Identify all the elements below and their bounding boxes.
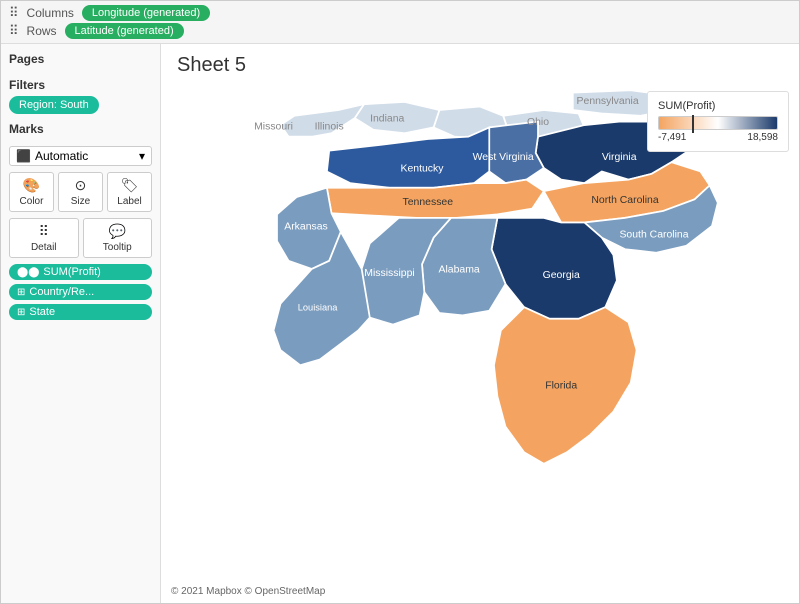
pages-title: Pages <box>9 52 152 66</box>
color-label: Color <box>20 196 44 207</box>
marks-dropdown-chevron: ▾ <box>139 149 145 163</box>
detail-button[interactable]: ⠿ Detail <box>9 218 79 258</box>
label-indiana: Indiana <box>370 114 404 125</box>
tooltip-icon: 💬 <box>109 223 126 240</box>
sum-profit-pill-label: SUM(Profit) <box>43 266 100 278</box>
map-canvas[interactable]: Virginia West Virginia Kentucky Tennesse… <box>161 81 799 603</box>
legend: SUM(Profit) -7,491 18,598 <box>647 91 789 152</box>
legend-marker <box>692 115 694 133</box>
size-button[interactable]: ⊙ Size <box>58 172 103 212</box>
size-icon: ⊙ <box>75 177 87 194</box>
label-icon: 🏷 <box>121 177 139 194</box>
color-icon: 🎨 <box>23 177 40 194</box>
label-mississippi: Mississippi <box>364 268 414 279</box>
sum-profit-pill[interactable]: ⬤⬤ SUM(Profit) <box>9 264 152 280</box>
label-pennsylvania: Pennsylvania <box>577 96 639 107</box>
legend-gradient <box>658 116 778 130</box>
marks-dropdown-icon: ⬛ <box>16 149 31 163</box>
marks-buttons2: ⠿ Detail 💬 Tooltip <box>9 218 152 258</box>
map-area: Sheet 5 <box>161 44 799 603</box>
columns-row: ⠿ Columns Longitude (generated) <box>9 5 791 21</box>
pages-section: Pages <box>9 52 152 70</box>
detail-icon: ⠿ <box>39 223 49 240</box>
state-pill[interactable]: ⊞ State <box>9 304 152 320</box>
tooltip-button[interactable]: 💬 Tooltip <box>83 218 153 258</box>
label-label: Label <box>117 196 141 207</box>
legend-labels: -7,491 18,598 <box>658 132 778 143</box>
label-ohio: Ohio <box>527 117 549 128</box>
app-container: ⠿ Columns Longitude (generated) ⠿ Rows L… <box>0 0 800 604</box>
label-wv: West Virginia <box>473 152 534 163</box>
toolbar: ⠿ Columns Longitude (generated) ⠿ Rows L… <box>1 1 799 44</box>
label-sc: South Carolina <box>619 230 688 241</box>
map-attribution: © 2021 Mapbox © OpenStreetMap <box>171 586 325 597</box>
size-label: Size <box>71 196 90 207</box>
label-arkansas: Arkansas <box>284 221 328 232</box>
label-missouri: Missouri <box>254 122 293 133</box>
marks-type-dropdown[interactable]: ⬛ Automatic ▾ <box>9 146 152 166</box>
country-region-pill-label: Country/Re... <box>29 286 94 298</box>
sheet-title: Sheet 5 <box>161 44 799 81</box>
marks-field-pills: ⬤⬤ SUM(Profit) ⊞ Country/Re... ⊞ State <box>9 264 152 320</box>
toolbar-rows: ⠿ Columns Longitude (generated) ⠿ Rows L… <box>9 5 791 39</box>
filter-region-south[interactable]: Region: South <box>9 96 99 114</box>
rows-pill[interactable]: Latitude (generated) <box>65 23 184 39</box>
marks-dropdown-label: Automatic <box>35 149 88 163</box>
marks-section: Marks ⬛ Automatic ▾ 🎨 Color ⊙ Size <box>9 122 152 320</box>
rows-icon: ⠿ <box>9 23 19 39</box>
state-pill-label: State <box>29 306 55 318</box>
label-alabama: Alabama <box>439 264 480 275</box>
columns-icon: ⠿ <box>9 5 19 21</box>
label-tennessee: Tennessee <box>403 197 454 208</box>
rows-row: ⠿ Rows Latitude (generated) <box>9 23 791 39</box>
country-region-pill-icon: ⊞ <box>17 287 25 298</box>
detail-label: Detail <box>31 242 57 253</box>
tooltip-label: Tooltip <box>103 242 132 253</box>
legend-title: SUM(Profit) <box>658 100 778 112</box>
country-region-pill[interactable]: ⊞ Country/Re... <box>9 284 152 300</box>
map-svg: Virginia West Virginia Kentucky Tennesse… <box>161 81 799 603</box>
state-pill-icon: ⊞ <box>17 307 25 318</box>
label-illinois: Illinois <box>315 122 344 133</box>
label-virginia: Virginia <box>602 152 637 163</box>
label-nc: North Carolina <box>591 195 658 206</box>
left-panel: Pages Filters Region: South Marks ⬛ Auto… <box>1 44 161 603</box>
label-louisiana: Louisiana <box>298 303 339 313</box>
legend-max: 18,598 <box>747 132 778 143</box>
label-florida: Florida <box>545 380 577 391</box>
marks-title: Marks <box>9 122 152 136</box>
sum-profit-pill-icon: ⬤⬤ <box>17 267 39 278</box>
filters-title: Filters <box>9 78 152 92</box>
marks-buttons: 🎨 Color ⊙ Size 🏷 Label <box>9 172 152 212</box>
legend-min: -7,491 <box>658 132 686 143</box>
label-button[interactable]: 🏷 Label <box>107 172 152 212</box>
label-georgia: Georgia <box>543 270 580 281</box>
columns-label: Columns <box>27 6 74 20</box>
state-kentucky <box>327 127 489 187</box>
filters-section: Filters Region: South <box>9 78 152 114</box>
color-button[interactable]: 🎨 Color <box>9 172 54 212</box>
main-content: Pages Filters Region: South Marks ⬛ Auto… <box>1 44 799 603</box>
label-kentucky: Kentucky <box>401 163 445 174</box>
columns-pill[interactable]: Longitude (generated) <box>82 5 210 21</box>
rows-label: Rows <box>27 24 57 38</box>
